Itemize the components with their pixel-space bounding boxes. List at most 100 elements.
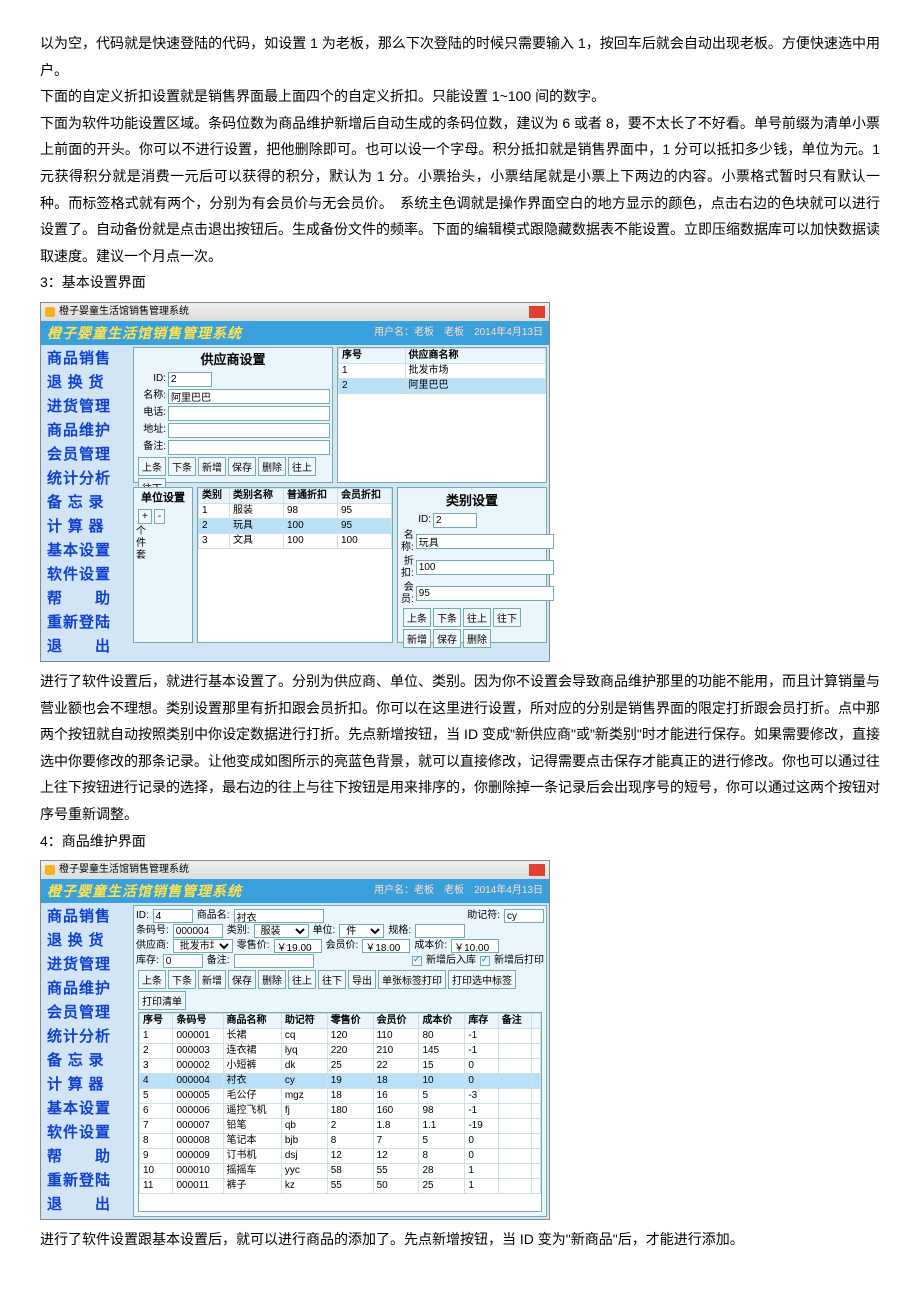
action-button[interactable]: 删除: [258, 970, 286, 989]
action-button[interactable]: 新增: [198, 970, 226, 989]
sidebar-item[interactable]: 备 忘 录: [41, 491, 131, 515]
sidebar-item[interactable]: 软件设置: [41, 563, 131, 587]
supplier-addr-input[interactable]: [168, 423, 330, 438]
action-button[interactable]: 打印选中标签: [448, 970, 516, 989]
chk-add-stock[interactable]: [412, 956, 422, 966]
supplier-id-input[interactable]: [168, 372, 212, 387]
action-button[interactable]: 保存: [228, 457, 256, 476]
table-row[interactable]: 1000001长裙cq12011080-1: [140, 1029, 541, 1044]
supplier-memo-input[interactable]: [168, 440, 330, 455]
prod-barcode-input[interactable]: [173, 924, 223, 938]
table-row[interactable]: 11000011裤子kz5550251: [140, 1179, 541, 1194]
sidebar-item[interactable]: 备 忘 录: [41, 1049, 131, 1073]
table-row[interactable]: 6000006遥控飞机fj18016098-1: [140, 1104, 541, 1119]
unit-item[interactable]: 套: [136, 550, 190, 562]
prod-unit-select[interactable]: 件: [339, 924, 384, 938]
sidebar-item[interactable]: 商品维护: [41, 977, 131, 1001]
supplier-phone-input[interactable]: [168, 406, 330, 421]
action-button[interactable]: 保存: [228, 970, 256, 989]
action-button[interactable]: 往上: [463, 608, 491, 627]
supplier-grid[interactable]: 序号供应商名称1批发市场2阿里巴巴: [337, 347, 547, 483]
sidebar-item[interactable]: 商品销售: [41, 905, 131, 929]
prod-id-input[interactable]: [153, 909, 193, 923]
table-row[interactable]: 5000005毛公仔mgz18165-3: [140, 1089, 541, 1104]
action-button[interactable]: -: [154, 509, 165, 524]
chk-add-print[interactable]: [480, 956, 490, 966]
action-button[interactable]: 上条: [403, 608, 431, 627]
action-button[interactable]: 新增: [198, 457, 226, 476]
sidebar-item[interactable]: 统计分析: [41, 1025, 131, 1049]
prod-spec-input[interactable]: [415, 924, 465, 938]
action-button[interactable]: 下条: [168, 457, 196, 476]
action-button[interactable]: 往下: [318, 970, 346, 989]
prod-cost-input[interactable]: [451, 939, 499, 953]
unit-item[interactable]: 件: [136, 538, 190, 550]
prod-memo-input[interactable]: [234, 954, 314, 968]
table-row[interactable]: 7000007铅笔qb21.81.1-19: [140, 1119, 541, 1134]
action-button[interactable]: 上条: [138, 457, 166, 476]
action-button[interactable]: 往上: [288, 970, 316, 989]
table-row[interactable]: 4000004衬衣cy1918100: [140, 1074, 541, 1089]
prod-cat-select[interactable]: 服装: [254, 924, 309, 938]
cat-name-input[interactable]: [416, 534, 554, 549]
sidebar-item[interactable]: 退 出: [41, 1193, 131, 1217]
prod-name-input[interactable]: [234, 909, 324, 923]
action-button[interactable]: 打印清单: [138, 991, 186, 1010]
table-row[interactable]: 1批发市场: [339, 363, 546, 378]
prod-mne-input[interactable]: [504, 909, 544, 923]
action-button[interactable]: +: [138, 509, 152, 524]
supplier-name-input[interactable]: [168, 389, 330, 404]
prod-stock-input[interactable]: [163, 954, 203, 968]
sidebar-item[interactable]: 软件设置: [41, 1121, 131, 1145]
action-button[interactable]: 导出: [348, 970, 376, 989]
product-grid[interactable]: 序号条码号商品名称助记符零售价会员价成本价库存备注1000001长裙cq1201…: [138, 1012, 542, 1212]
prod-retail-input[interactable]: [274, 939, 322, 953]
category-grid[interactable]: 类别类别名称普通折扣会员折扣1服装98952玩具100953文具100100: [197, 487, 393, 643]
unit-item[interactable]: 个: [136, 526, 190, 538]
sidebar-item[interactable]: 进货管理: [41, 395, 131, 419]
table-row[interactable]: 3000002小短裤dk2522150: [140, 1059, 541, 1074]
sidebar-item[interactable]: 会员管理: [41, 1001, 131, 1025]
action-button[interactable]: 删除: [463, 629, 491, 648]
sidebar-item[interactable]: 商品销售: [41, 347, 131, 371]
sidebar-item[interactable]: 基本设置: [41, 539, 131, 563]
action-button[interactable]: 下条: [168, 970, 196, 989]
cat-disc-input[interactable]: [416, 560, 554, 575]
sidebar-item[interactable]: 帮 助: [41, 1145, 131, 1169]
table-row[interactable]: 3文具100100: [199, 533, 392, 548]
close-icon[interactable]: [529, 306, 545, 318]
cat-id-input[interactable]: [433, 513, 477, 528]
sidebar-item[interactable]: 进货管理: [41, 953, 131, 977]
sidebar-item[interactable]: 会员管理: [41, 443, 131, 467]
sidebar-item[interactable]: 退 换 货: [41, 929, 131, 953]
table-row[interactable]: 2玩具10095: [199, 518, 392, 533]
action-button[interactable]: 往下: [493, 608, 521, 627]
action-button[interactable]: 单张标签打印: [378, 970, 446, 989]
sidebar-item[interactable]: 计 算 器: [41, 1073, 131, 1097]
sidebar-item[interactable]: 计 算 器: [41, 515, 131, 539]
sidebar-item[interactable]: 退 换 货: [41, 371, 131, 395]
action-button[interactable]: 往上: [288, 457, 316, 476]
action-button[interactable]: 新增: [403, 629, 431, 648]
table-row[interactable]: 2阿里巴巴: [339, 378, 546, 393]
sidebar-item[interactable]: 重新登陆: [41, 611, 131, 635]
sidebar-item[interactable]: 帮 助: [41, 587, 131, 611]
prod-member-input[interactable]: [362, 939, 410, 953]
action-button[interactable]: 下条: [433, 608, 461, 627]
sidebar-item[interactable]: 统计分析: [41, 467, 131, 491]
table-row[interactable]: 2000003连衣裙lyq220210145-1: [140, 1044, 541, 1059]
prod-sup-select[interactable]: 批发市场: [173, 939, 233, 953]
cat-member-input[interactable]: [416, 586, 554, 601]
table-row[interactable]: 8000008笔记本bjb8750: [140, 1134, 541, 1149]
action-button[interactable]: 上条: [138, 970, 166, 989]
sidebar-item[interactable]: 退 出: [41, 635, 131, 659]
table-row[interactable]: 9000009订书机dsj121280: [140, 1149, 541, 1164]
close-icon[interactable]: [529, 864, 545, 876]
table-row[interactable]: 10000010摇摇车yyc5855281: [140, 1164, 541, 1179]
action-button[interactable]: 保存: [433, 629, 461, 648]
sidebar-item[interactable]: 重新登陆: [41, 1169, 131, 1193]
table-row[interactable]: 1服装9895: [199, 503, 392, 518]
sidebar-item[interactable]: 基本设置: [41, 1097, 131, 1121]
action-button[interactable]: 删除: [258, 457, 286, 476]
sidebar-item[interactable]: 商品维护: [41, 419, 131, 443]
